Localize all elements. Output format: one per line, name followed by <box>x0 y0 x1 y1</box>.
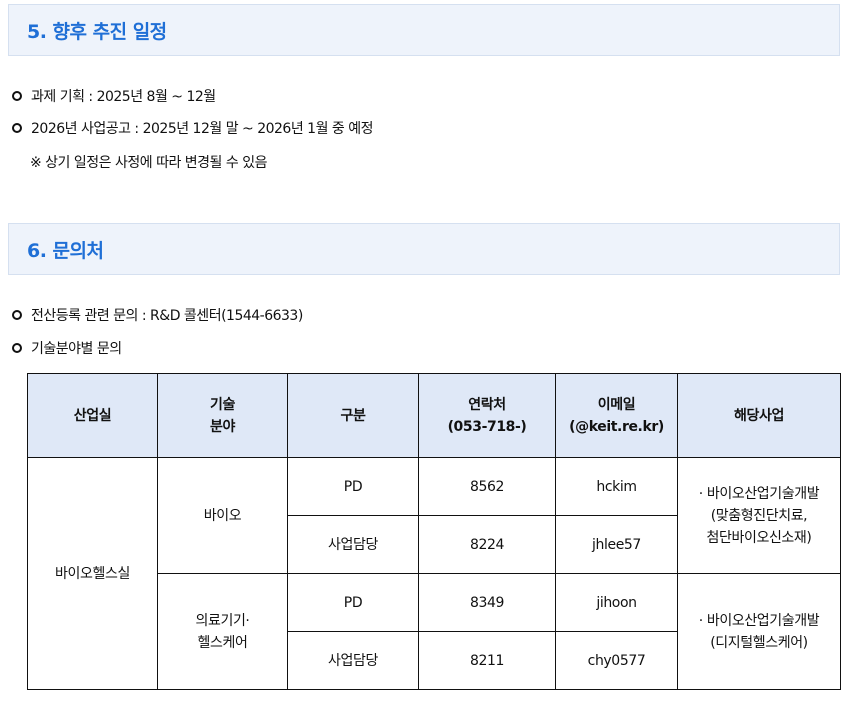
schedule-item: 과제 기획 : 2025년 8월 ~ 12월 <box>12 86 216 106</box>
email-cell: jihoon <box>555 573 678 632</box>
header-email: 이메일 (@keit.re.kr) <box>555 373 678 458</box>
table-row: 바이오헬스실 바이오 PD 8562 hckim · 바이오산업기술개발 (맞춤형… <box>27 457 841 690</box>
header-type: 구분 <box>287 373 419 458</box>
section-6-title: 6. 문의처 <box>27 239 104 262</box>
field-cell: 바이오 <box>157 457 288 574</box>
type-cell: PD <box>287 457 419 516</box>
ext-cell: 8562 <box>418 457 556 516</box>
section-6-header: 6. 문의처 <box>8 223 840 275</box>
contact-item: 전산등록 관련 문의 : R&D 콜센터(1544-6633) <box>12 305 303 325</box>
ext-cell: 8349 <box>418 573 556 632</box>
schedule-item-text: 2026년 사업공고 : 2025년 12월 말 ~ 2026년 1월 중 예정 <box>31 121 374 137</box>
contact-item-text: 기술분야별 문의 <box>31 341 122 357</box>
section-5-title: 5. 향후 추진 일정 <box>27 20 167 43</box>
header-contact: 연락처 (053-718-) <box>418 373 556 458</box>
circle-bullet-icon <box>12 310 22 320</box>
section-5-header: 5. 향후 추진 일정 <box>8 4 840 56</box>
table-header-row: 산업실 기술 분야 구분 연락처 (053-718-) 이메일 (@keit.re.k… <box>27 373 841 458</box>
type-cell: 사업담당 <box>287 515 419 574</box>
circle-bullet-icon <box>12 343 22 353</box>
contact-item: 기술분야별 문의 <box>12 338 122 358</box>
contact-table: 산업실 기술 분야 구분 연락처 (053-718-) 이메일 (@keit.re.k… <box>27 373 841 690</box>
program-cell: · 바이오산업기술개발 (맞춤형진단치료, 첨단바이오신소재) <box>677 457 841 574</box>
circle-bullet-icon <box>12 123 22 133</box>
dept-cell: 바이오헬스실 <box>27 457 158 690</box>
field-cell: 의료기기· 헬스케어 <box>157 573 288 690</box>
email-cell: jhlee57 <box>555 515 678 574</box>
schedule-item: 2026년 사업공고 : 2025년 12월 말 ~ 2026년 1월 중 예정 <box>12 118 374 138</box>
header-field: 기술 분야 <box>157 373 288 458</box>
schedule-item-text: 과제 기획 : 2025년 8월 ~ 12월 <box>31 89 216 105</box>
header-program: 해당사업 <box>677 373 841 458</box>
header-dept: 산업실 <box>27 373 158 458</box>
type-cell: PD <box>287 573 419 632</box>
ext-cell: 8211 <box>418 631 556 690</box>
email-cell: hckim <box>555 457 678 516</box>
contact-item-text: 전산등록 관련 문의 : R&D 콜센터(1544-6633) <box>31 308 303 324</box>
type-cell: 사업담당 <box>287 631 419 690</box>
circle-bullet-icon <box>12 91 22 101</box>
schedule-note: ※ 상기 일정은 사정에 따라 변경될 수 있음 <box>30 155 267 171</box>
email-cell: chy0577 <box>555 631 678 690</box>
program-cell: · 바이오산업기술개발 (디지털헬스케어) <box>677 573 841 690</box>
ext-cell: 8224 <box>418 515 556 574</box>
